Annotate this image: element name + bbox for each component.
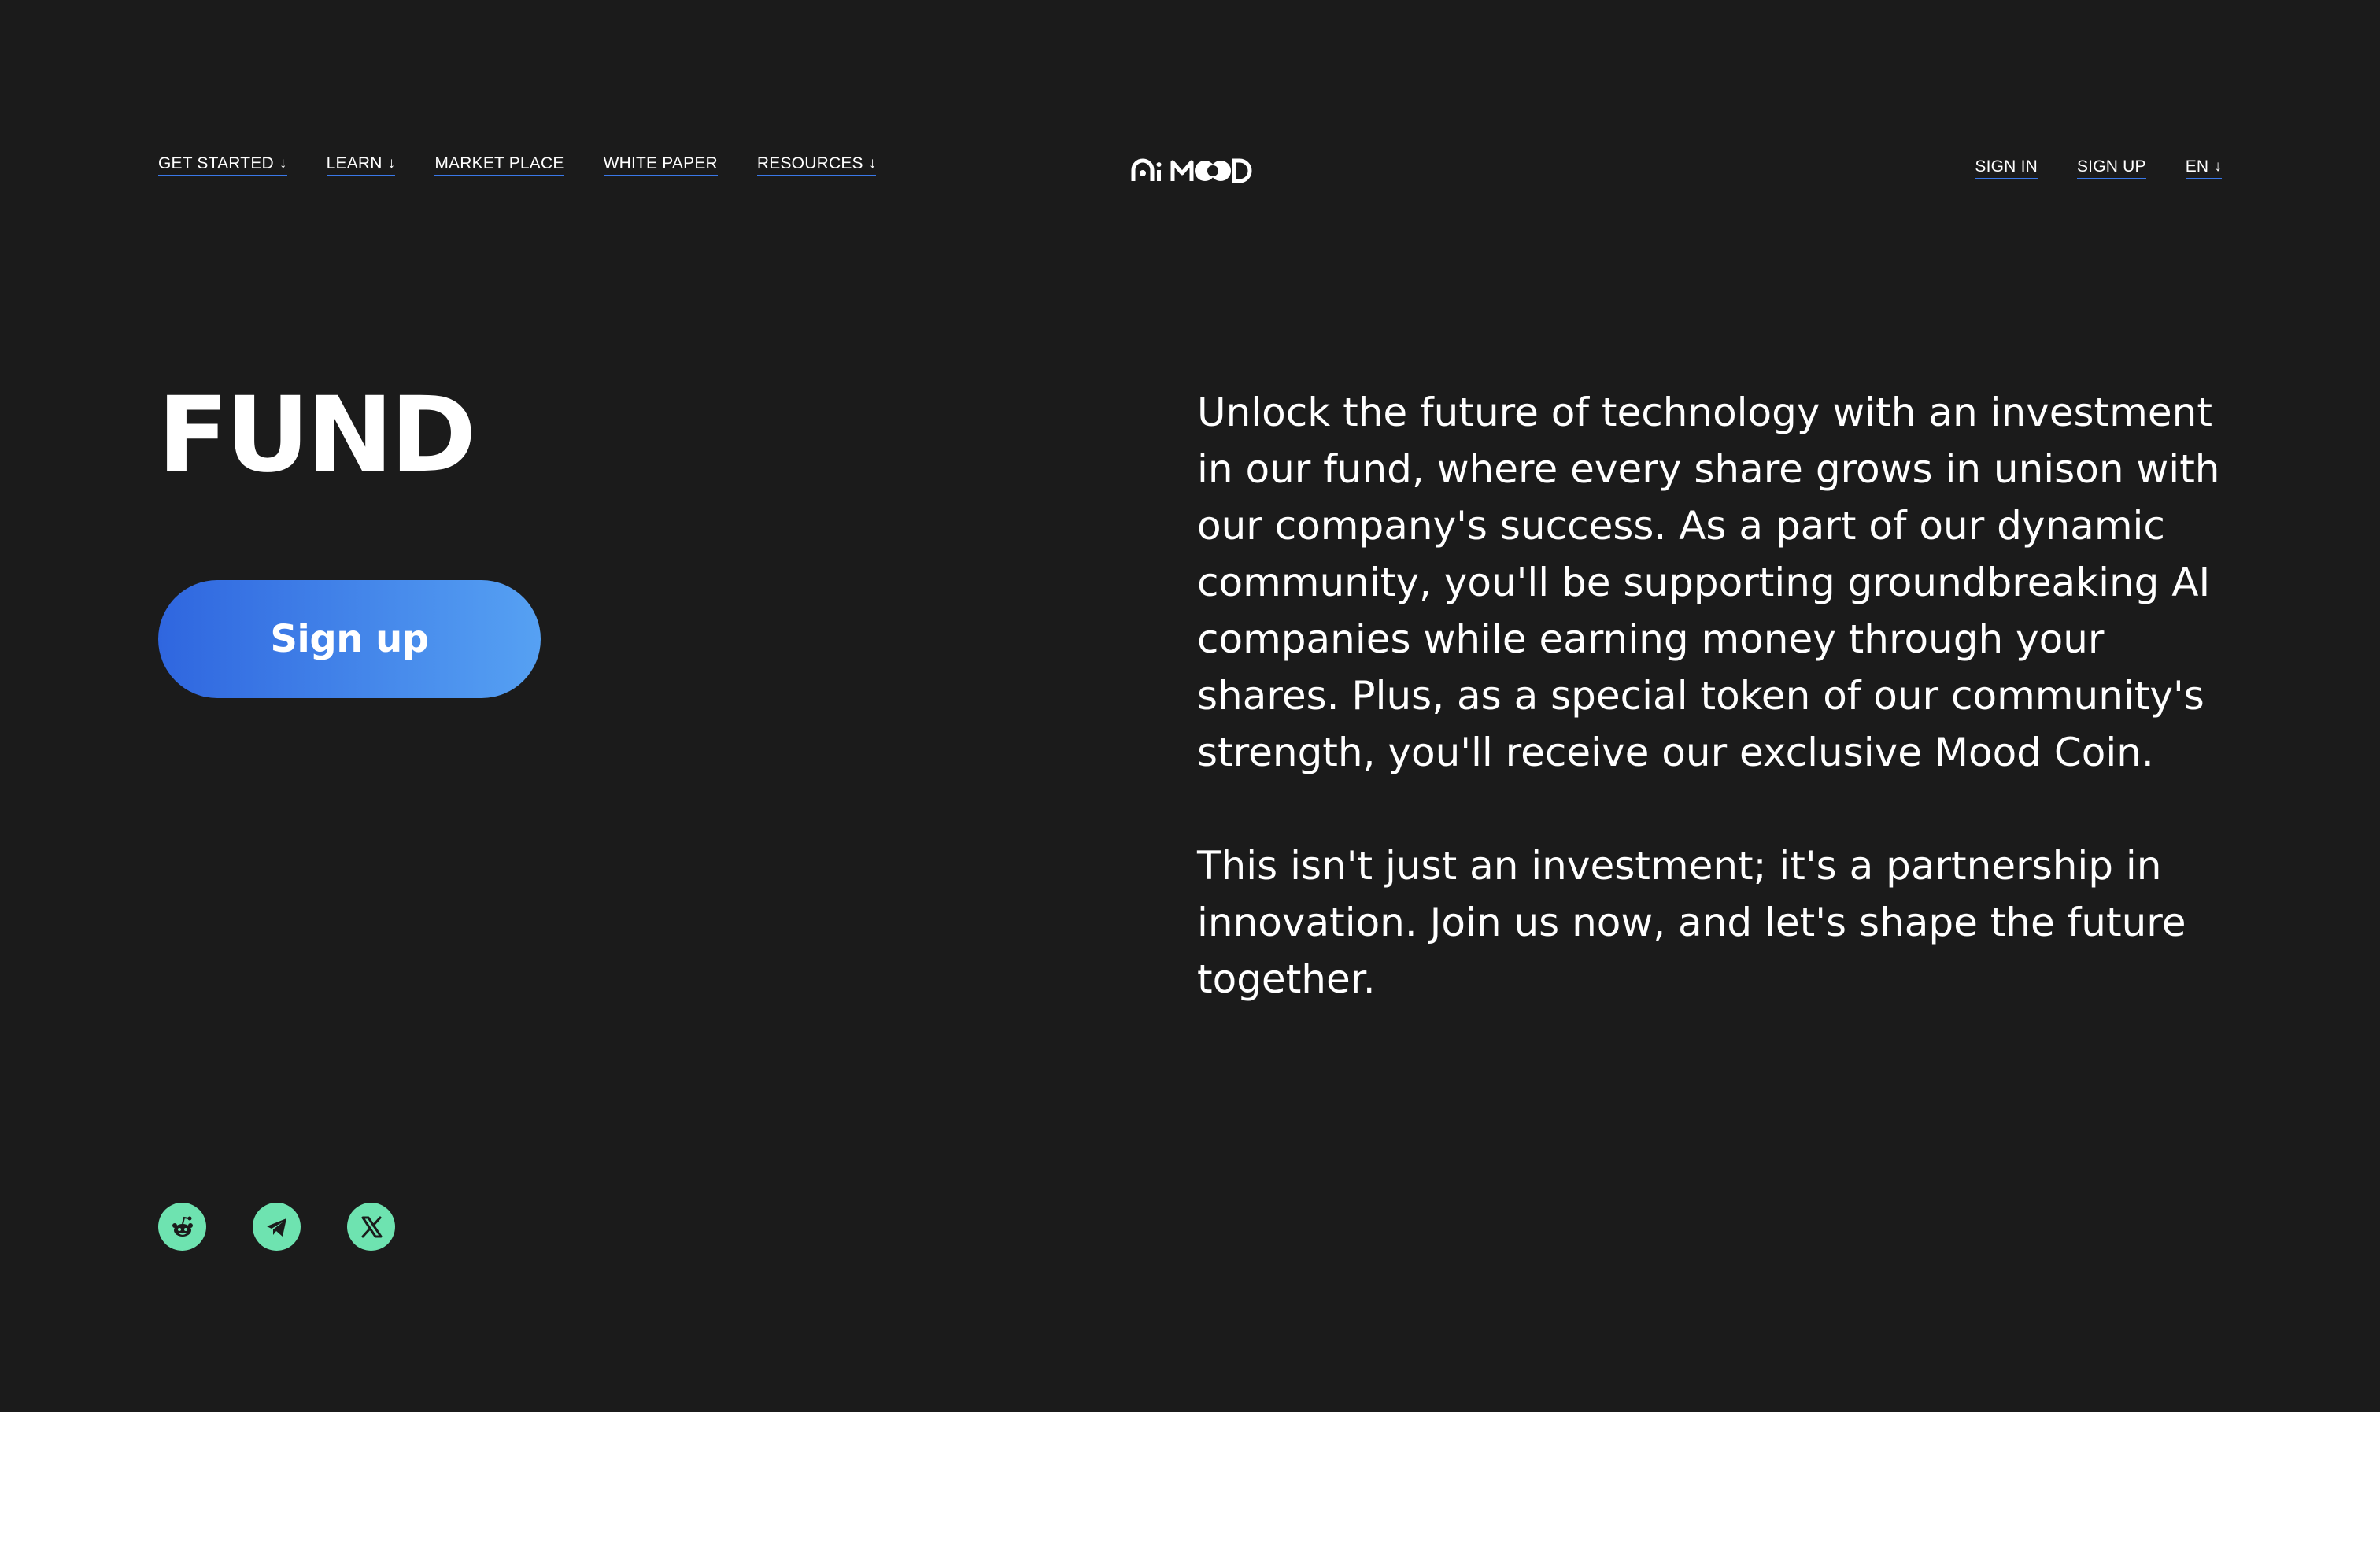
language-selector[interactable]: EN ↓ bbox=[2185, 157, 2222, 179]
arrow-down-icon: ↓ bbox=[2214, 158, 2222, 175]
x-icon bbox=[361, 1216, 382, 1237]
main-nav: GET STARTED ↓ LEARN ↓ MARKET PLACE WHITE… bbox=[158, 154, 915, 176]
page-title: FUND bbox=[157, 375, 476, 496]
telegram-icon bbox=[266, 1218, 286, 1237]
social-links bbox=[158, 1203, 442, 1251]
nav-white-paper-label: WHITE PAPER bbox=[603, 154, 718, 172]
reddit-icon bbox=[172, 1216, 193, 1237]
nav-learn[interactable]: LEARN ↓ bbox=[326, 154, 396, 176]
aimood-logo-icon bbox=[1131, 158, 1252, 183]
nav-resources[interactable]: RESOURCES ↓ bbox=[756, 154, 877, 176]
below-fold-area bbox=[0, 1412, 2380, 1549]
language-label: EN bbox=[2185, 157, 2209, 176]
sign-in-label: SIGN IN bbox=[1975, 157, 2038, 176]
sign-up-label: SIGN UP bbox=[2076, 157, 2146, 176]
hero-description: Unlock the future of technology with an … bbox=[1197, 384, 2252, 1007]
account-nav: SIGN IN SIGN UP EN ↓ bbox=[1975, 157, 2222, 179]
arrow-down-icon: ↓ bbox=[279, 155, 287, 172]
nav-white-paper[interactable]: WHITE PAPER bbox=[603, 154, 718, 176]
telegram-link[interactable] bbox=[253, 1203, 301, 1251]
nav-get-started-label: GET STARTED bbox=[158, 154, 274, 172]
nav-get-started[interactable]: GET STARTED ↓ bbox=[158, 154, 287, 176]
nav-learn-label: LEARN bbox=[326, 154, 382, 172]
description-paragraph: This isn't just an investment; it's a pa… bbox=[1197, 843, 2186, 1002]
page: GET STARTED ↓ LEARN ↓ MARKET PLACE WHITE… bbox=[0, 0, 2380, 1549]
reddit-link[interactable] bbox=[158, 1203, 206, 1251]
arrow-down-icon: ↓ bbox=[387, 155, 396, 172]
logo[interactable] bbox=[1130, 153, 1253, 187]
x-link[interactable] bbox=[347, 1203, 395, 1251]
nav-resources-label: RESOURCES bbox=[756, 154, 863, 172]
nav-market-place[interactable]: MARKET PLACE bbox=[434, 154, 564, 176]
hero-section: GET STARTED ↓ LEARN ↓ MARKET PLACE WHITE… bbox=[0, 0, 2380, 1412]
nav-market-place-label: MARKET PLACE bbox=[434, 154, 564, 172]
sign-up-button[interactable]: Sign up bbox=[158, 580, 541, 698]
sign-in-link[interactable]: SIGN IN bbox=[1975, 157, 2038, 179]
description-paragraph: Unlock the future of technology with an … bbox=[1197, 390, 2220, 775]
arrow-down-icon: ↓ bbox=[868, 155, 877, 172]
sign-up-link[interactable]: SIGN UP bbox=[2076, 157, 2146, 179]
